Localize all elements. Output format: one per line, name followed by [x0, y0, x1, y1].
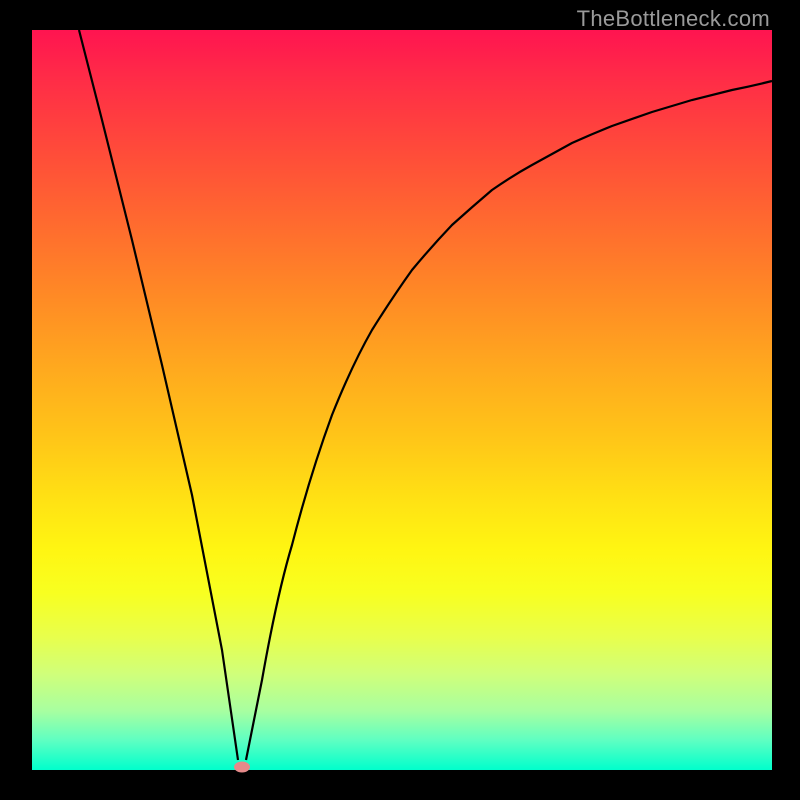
- watermark-text: TheBottleneck.com: [577, 6, 770, 32]
- curve-right-branch: [246, 81, 772, 760]
- curve-svg: [32, 30, 772, 770]
- curve-left-branch: [79, 30, 238, 760]
- chart-container: TheBottleneck.com: [0, 0, 800, 800]
- min-marker: [234, 762, 250, 773]
- plot-area: [32, 30, 772, 770]
